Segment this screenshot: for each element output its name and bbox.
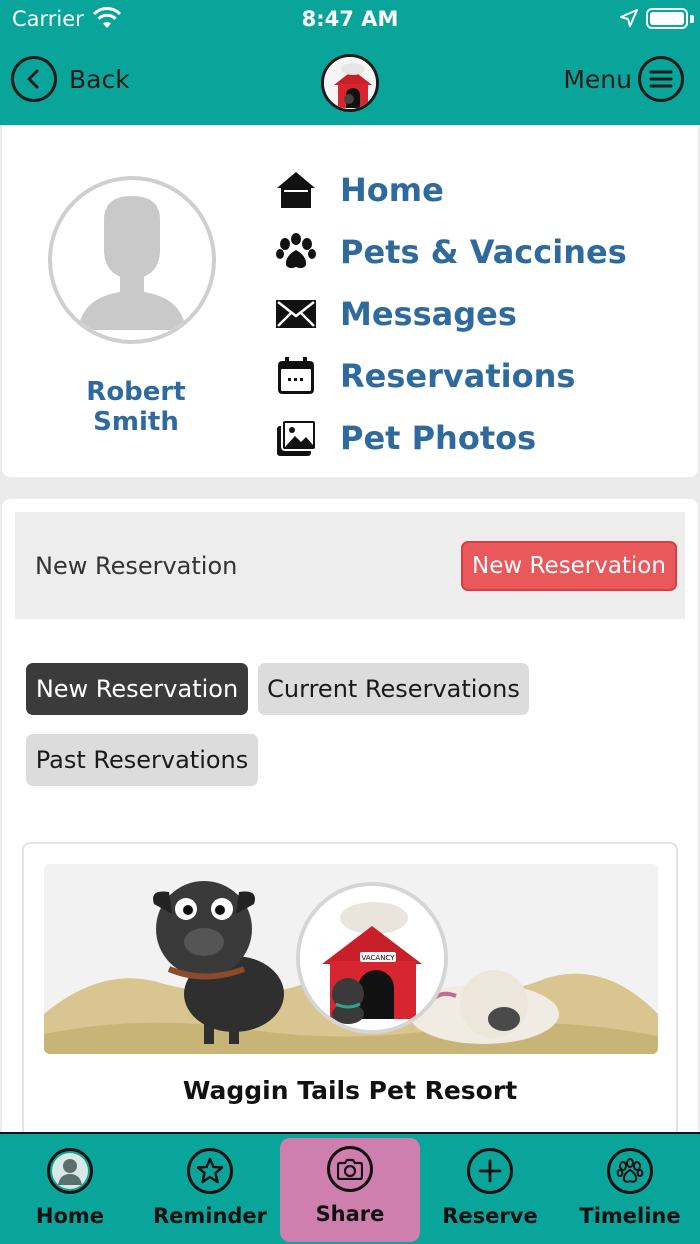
menu-item-messages[interactable]: Messages [272,283,627,345]
profile-card: Robert Smith Home Pets & Vaccines Messag… [2,125,698,477]
battery-icon [646,8,688,29]
home-icon [272,168,320,212]
nav-reminder[interactable]: Reminder [140,1134,280,1244]
reservations-card: New Reservation New Reservation New Rese… [2,499,698,1182]
paw-icon [607,1148,653,1194]
nav-label: Share [315,1202,385,1226]
business-card[interactable]: VACANCY Waggin Tails Pet Resort [22,842,678,1182]
menu-item-label: Home [340,171,444,209]
tab-new-reservation[interactable]: New Reservation [26,663,248,715]
menu-button[interactable]: Menu [563,56,684,102]
envelope-icon [272,292,320,336]
business-logo: VACANCY [296,882,448,1034]
menu-item-label: Pets & Vaccines [340,233,627,271]
nav-timeline[interactable]: Timeline [560,1134,700,1244]
nav-share[interactable]: Share [280,1134,420,1244]
new-reservation-button[interactable]: New Reservation [461,541,677,591]
menu-label: Menu [563,64,632,94]
location-arrow-icon [620,9,638,27]
user-name: Robert Smith [86,377,186,437]
clock: 8:47 AM [301,7,399,31]
calendar-icon [272,354,320,398]
tab-current-reservations[interactable]: Current Reservations [258,663,529,715]
menu-item-pets-vaccines[interactable]: Pets & Vaccines [272,221,627,283]
star-icon [187,1148,233,1194]
battery-cap [690,15,694,23]
photos-icon [272,416,320,460]
user-silhouette-icon [78,196,186,330]
reservation-banner: New Reservation New Reservation [15,512,685,619]
banner-title: New Reservation [35,552,238,580]
tab-past-reservations[interactable]: Past Reservations [26,734,258,786]
nav-label: Timeline [579,1204,681,1228]
app-logo [321,54,379,112]
menu-item-label: Pet Photos [340,419,537,457]
nav-label: Home [35,1204,105,1228]
business-name: Waggin Tails Pet Resort [182,1076,518,1105]
profile-menu: Home Pets & Vaccines Messages Reservatio… [272,159,627,469]
plus-icon [467,1148,513,1194]
menu-item-label: Reservations [340,357,576,395]
header-bar: Carrier 8:47 AM Back Menu [0,0,700,125]
vacancy-sign: VACANCY [362,954,396,962]
menu-item-home[interactable]: Home [272,159,627,221]
business-banner-image: VACANCY [44,864,658,1054]
back-button[interactable]: Back [11,56,130,102]
camera-icon [327,1146,373,1192]
nav-home[interactable]: Home [0,1134,140,1244]
back-arrow-icon [11,56,57,102]
nav-label: Reserve [442,1204,538,1228]
paw-icon [272,230,320,274]
status-bar: Carrier 8:47 AM [0,0,700,40]
avatar[interactable] [48,176,216,344]
hamburger-icon [638,56,684,102]
menu-item-pet-photos[interactable]: Pet Photos [272,407,627,469]
back-label: Back [69,64,130,94]
menu-item-label: Messages [340,295,517,333]
nav-reserve[interactable]: Reserve [420,1134,560,1244]
user-icon [47,1148,93,1194]
bottom-nav: Home Reminder Share Reserve Timeline [0,1132,700,1244]
nav-label: Reminder [152,1204,268,1228]
menu-item-reservations[interactable]: Reservations [272,345,627,407]
